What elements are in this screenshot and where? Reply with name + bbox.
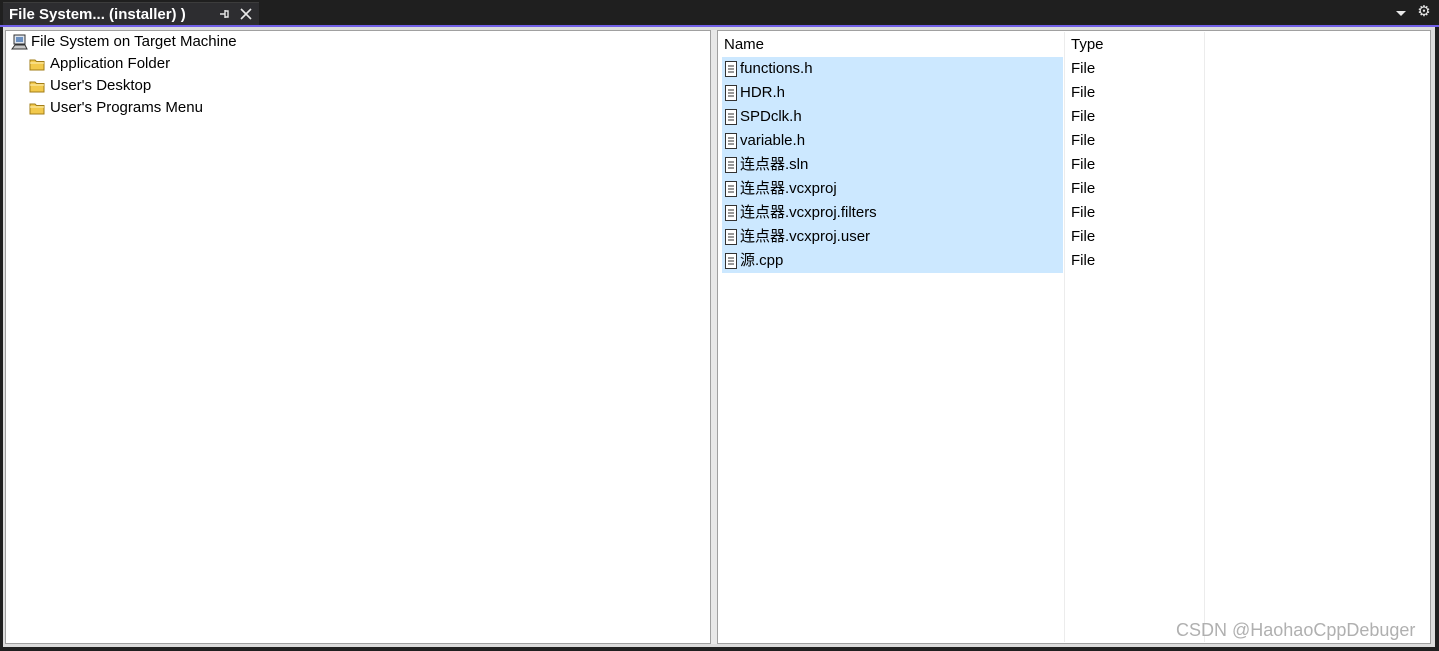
- folder-icon: [29, 59, 45, 71]
- file-icon: [725, 85, 737, 101]
- column-separator[interactable]: [1204, 32, 1205, 642]
- table-row[interactable]: SPDclk.h File: [722, 105, 1095, 129]
- tool-window-tabbar: File System... (installer) ) ⚙: [0, 0, 1439, 27]
- file-type: File: [1071, 60, 1096, 77]
- tree-pane[interactable]: [5, 30, 711, 644]
- table-row[interactable]: 连点器.vcxproj.user File: [722, 225, 1095, 249]
- table-row[interactable]: 源.cpp File: [722, 249, 1095, 273]
- watermark: CSDN @HaohaoCppDebuger: [1176, 620, 1416, 640]
- file-name: 连点器.vcxproj.user: [740, 228, 871, 245]
- file-name: 连点器.sln: [740, 156, 809, 173]
- file-icon: [725, 109, 737, 125]
- file-name: 源.cpp: [740, 252, 784, 269]
- column-header-type[interactable]: Type: [1071, 34, 1104, 56]
- pin-icon[interactable]: [216, 6, 232, 22]
- tree-root-label: File System on Target Machine: [31, 33, 237, 50]
- file-icon: [725, 133, 737, 149]
- computer-icon: [11, 34, 28, 50]
- tab-file-system[interactable]: File System... (installer) ): [3, 2, 259, 26]
- file-icon: [725, 61, 737, 77]
- file-type: File: [1071, 108, 1096, 125]
- file-name: SPDclk.h: [740, 108, 802, 125]
- gear-icon[interactable]: ⚙: [1416, 4, 1432, 20]
- tree-item-label: Application Folder: [50, 55, 171, 72]
- file-type: File: [1071, 252, 1096, 269]
- file-icon: [725, 253, 737, 269]
- file-type: File: [1071, 156, 1096, 173]
- file-type: File: [1071, 132, 1096, 149]
- tree-item-label: User's Programs Menu: [50, 99, 203, 116]
- table-row[interactable]: functions.h File: [722, 57, 1095, 81]
- table-row[interactable]: variable.h File: [722, 129, 1095, 153]
- column-header-name[interactable]: Name: [724, 34, 764, 56]
- table-row[interactable]: HDR.h File: [722, 81, 1095, 105]
- chevron-down-icon[interactable]: [1394, 6, 1408, 20]
- file-type: File: [1071, 204, 1096, 221]
- file-name: variable.h: [740, 132, 806, 149]
- tree-item-label: User's Desktop: [50, 77, 152, 94]
- close-icon[interactable]: [238, 6, 254, 22]
- tab-title: File System... (installer) ): [9, 6, 186, 23]
- file-name: HDR.h: [740, 84, 786, 101]
- table-row[interactable]: 连点器.sln File: [722, 153, 1095, 177]
- folder-icon: [29, 103, 45, 115]
- table-row[interactable]: 连点器.vcxproj.filters File: [722, 201, 1095, 225]
- column-separator[interactable]: [1064, 32, 1065, 642]
- file-icon: [725, 205, 737, 221]
- file-type: File: [1071, 84, 1096, 101]
- table-row[interactable]: 连点器.vcxproj File: [722, 177, 1095, 201]
- file-name: 连点器.vcxproj: [740, 180, 837, 197]
- file-icon: [725, 181, 737, 197]
- file-name: functions.h: [740, 60, 813, 77]
- file-icon: [725, 157, 737, 173]
- file-type: File: [1071, 228, 1096, 245]
- file-type: File: [1071, 180, 1096, 197]
- folder-icon: [29, 81, 45, 93]
- file-icon: [725, 229, 737, 245]
- file-name: 连点器.vcxproj.filters: [740, 204, 877, 221]
